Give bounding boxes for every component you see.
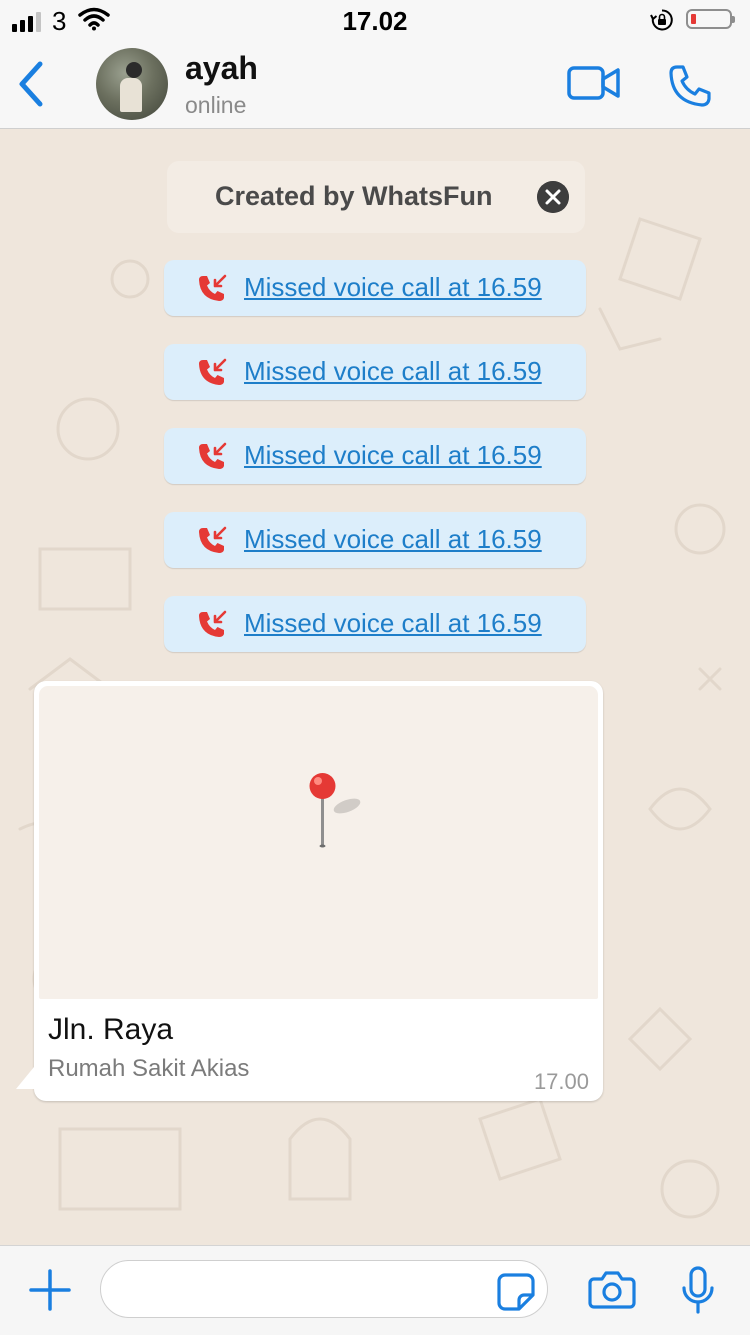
orientation-lock-icon <box>650 9 673 31</box>
missed-call-icon <box>199 442 227 469</box>
camera-icon[interactable] <box>588 1270 636 1310</box>
message-timestamp: 17.00 <box>533 1069 589 1094</box>
missed-call-bubble[interactable]: Missed voice call at 16.59 <box>164 512 586 568</box>
battery-icon <box>686 9 735 29</box>
map-pin-icon <box>309 773 361 848</box>
banner-text: Created by WhatsFun <box>215 181 493 211</box>
missed-call-label[interactable]: Missed voice call at 16.59 <box>244 440 542 471</box>
missed-call-label[interactable]: Missed voice call at 16.59 <box>244 524 542 555</box>
missed-call-icon <box>199 358 227 385</box>
sticker-icon[interactable] <box>497 1273 535 1311</box>
avatar[interactable] <box>96 48 168 120</box>
missed-call-label[interactable]: Missed voice call at 16.59 <box>244 272 542 303</box>
missed-call-icon <box>199 610 227 637</box>
missed-call-bubble[interactable]: Missed voice call at 16.59 <box>164 260 586 316</box>
message-input[interactable] <box>100 1260 548 1318</box>
chat-area[interactable]: Created by WhatsFun Missed voice call at… <box>0 129 750 1245</box>
video-call-icon[interactable] <box>566 64 622 102</box>
missed-call-bubble[interactable]: Missed voice call at 16.59 <box>164 344 586 400</box>
missed-call-label[interactable]: Missed voice call at 16.59 <box>244 608 542 639</box>
close-icon[interactable] <box>537 181 569 213</box>
location-place-name: Jln. Raya <box>48 1013 174 1046</box>
presence-status: online <box>185 92 247 118</box>
phone-icon[interactable] <box>668 64 712 108</box>
missed-call-icon <box>199 274 227 301</box>
missed-call-label[interactable]: Missed voice call at 16.59 <box>244 356 542 387</box>
location-address: Rumah Sakit Akias <box>48 1055 250 1082</box>
missed-call-icon <box>199 526 227 553</box>
plus-icon[interactable] <box>28 1268 72 1312</box>
location-message[interactable]: Jln. Raya Rumah Sakit Akias 17.00 <box>16 681 603 1101</box>
back-chevron-icon[interactable] <box>14 60 48 108</box>
contact-name[interactable]: ayah <box>185 50 258 87</box>
microphone-icon[interactable] <box>680 1266 716 1316</box>
whatsfun-banner: Created by WhatsFun <box>167 161 585 233</box>
missed-call-bubble[interactable]: Missed voice call at 16.59 <box>164 428 586 484</box>
chat-header: ayah online <box>0 40 750 129</box>
composer-bar <box>0 1245 750 1335</box>
status-bar: 3 17.02 <box>0 0 750 40</box>
location-map-preview[interactable] <box>39 686 598 999</box>
missed-call-bubble[interactable]: Missed voice call at 16.59 <box>164 596 586 652</box>
status-time: 17.02 <box>342 6 408 36</box>
